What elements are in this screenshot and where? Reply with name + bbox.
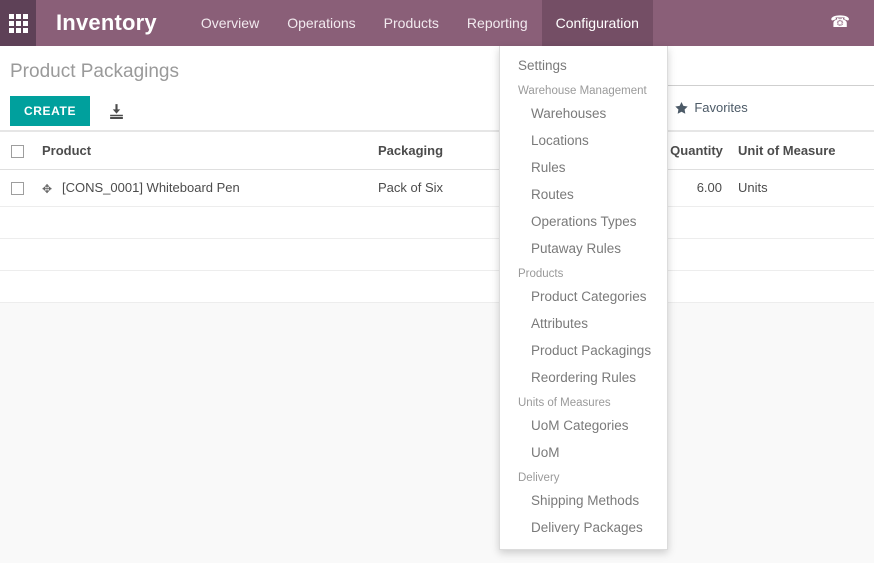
nav-item-reporting[interactable]: Reporting (453, 0, 542, 46)
star-icon (675, 101, 689, 114)
table-header-row: Product Packaging Contained Quantity Uni… (0, 130, 874, 171)
row-select-cell (0, 169, 34, 207)
navbar-right-tools: ☎ (830, 0, 874, 46)
favorites-label: Favorites (694, 100, 748, 115)
empty-cell (34, 238, 370, 271)
action-buttons: CREATE (10, 96, 500, 126)
phone-icon[interactable]: ☎ (830, 15, 850, 31)
empty-cell (730, 206, 874, 239)
menu-item-warehouses[interactable]: Warehouses (500, 100, 667, 127)
nav-item-products[interactable]: Products (370, 0, 453, 46)
table-header: Product Packaging Contained Quantity Uni… (0, 130, 874, 171)
menu-item-shipping-methods[interactable]: Shipping Methods (500, 487, 667, 514)
menu-section-warehouse-management: Warehouse Management (518, 85, 647, 97)
page-content: Product Packagings CREATE Search... Favo… (0, 46, 874, 563)
empty-cell (730, 238, 874, 271)
grid-apps-icon (8, 13, 28, 33)
breadcrumb: Product Packagings CREATE (0, 60, 500, 126)
menu-item-product-categories[interactable]: Product Categories (500, 283, 667, 310)
empty-cell (34, 270, 370, 303)
apps-menu-button[interactable] (0, 0, 36, 46)
nav-item-overview[interactable]: Overview (187, 0, 273, 46)
menu-section-products: Products (518, 268, 564, 280)
table-row[interactable]: ✥ [CONS_0001] Whiteboard Pen Pack of Six … (0, 169, 874, 207)
control-panel: Product Packagings CREATE Search... Favo… (0, 46, 874, 131)
table-body: ✥ [CONS_0001] Whiteboard Pen Pack of Six … (0, 169, 874, 303)
menu-item-product-packagings[interactable]: Product Packagings (500, 337, 667, 364)
menu-item-operations-types[interactable]: Operations Types (500, 208, 667, 235)
nav-item-configuration[interactable]: Configuration (541, 0, 653, 46)
empty-cell (0, 206, 34, 239)
row-checkbox[interactable] (10, 182, 24, 196)
menu-item-delivery-packages[interactable]: Delivery Packages (500, 514, 667, 541)
column-header-product[interactable]: Product (34, 130, 370, 171)
menu-item-putaway-rules[interactable]: Putaway Rules (500, 235, 667, 262)
menu-section-units-of-measures: Units of Measures (518, 397, 611, 409)
drag-handle-icon[interactable]: ✥ (42, 182, 56, 196)
app-brand-inventory[interactable]: Inventory (36, 0, 175, 46)
select-all-checkbox[interactable] (10, 145, 24, 159)
table-empty-row (0, 206, 874, 239)
select-all-header (0, 130, 34, 171)
cell-product: ✥ [CONS_0001] Whiteboard Pen (34, 169, 370, 207)
nav-item-operations[interactable]: Operations (273, 0, 369, 46)
create-button[interactable]: CREATE (10, 96, 91, 126)
empty-cell (730, 270, 874, 303)
column-header-unit-of-measure[interactable]: Unit of Measure (730, 130, 874, 171)
empty-cell (34, 206, 370, 239)
menu-item-reordering-rules[interactable]: Reordering Rules (500, 364, 667, 391)
menu-item-settings[interactable]: Settings (500, 52, 667, 79)
top-navbar: Inventory Overview Operations Products R… (0, 0, 874, 46)
menu-item-rules[interactable]: Rules (500, 154, 667, 181)
empty-cell (0, 270, 34, 303)
download-icon[interactable] (108, 103, 125, 120)
cell-unit-of-measure: Units (730, 169, 874, 207)
table-empty-row (0, 270, 874, 303)
menu-section-delivery: Delivery (518, 472, 560, 484)
configuration-dropdown-menu: Settings Warehouse Management Warehouses… (499, 46, 668, 550)
favorites-button[interactable]: Favorites (675, 100, 748, 115)
menu-item-attributes[interactable]: Attributes (500, 310, 667, 337)
menu-item-uom-categories[interactable]: UoM Categories (500, 412, 667, 439)
table-empty-row (0, 238, 874, 271)
list-view: Product Packaging Contained Quantity Uni… (0, 130, 874, 303)
packagings-table: Product Packaging Contained Quantity Uni… (0, 130, 874, 303)
menu-item-locations[interactable]: Locations (500, 127, 667, 154)
menu-item-routes[interactable]: Routes (500, 181, 667, 208)
main-nav: Overview Operations Products Reporting C… (187, 0, 653, 46)
cell-product-text: [CONS_0001] Whiteboard Pen (62, 180, 240, 196)
empty-cell (0, 238, 34, 271)
page-title: Product Packagings (10, 61, 179, 82)
menu-item-uom[interactable]: UoM (500, 439, 667, 466)
